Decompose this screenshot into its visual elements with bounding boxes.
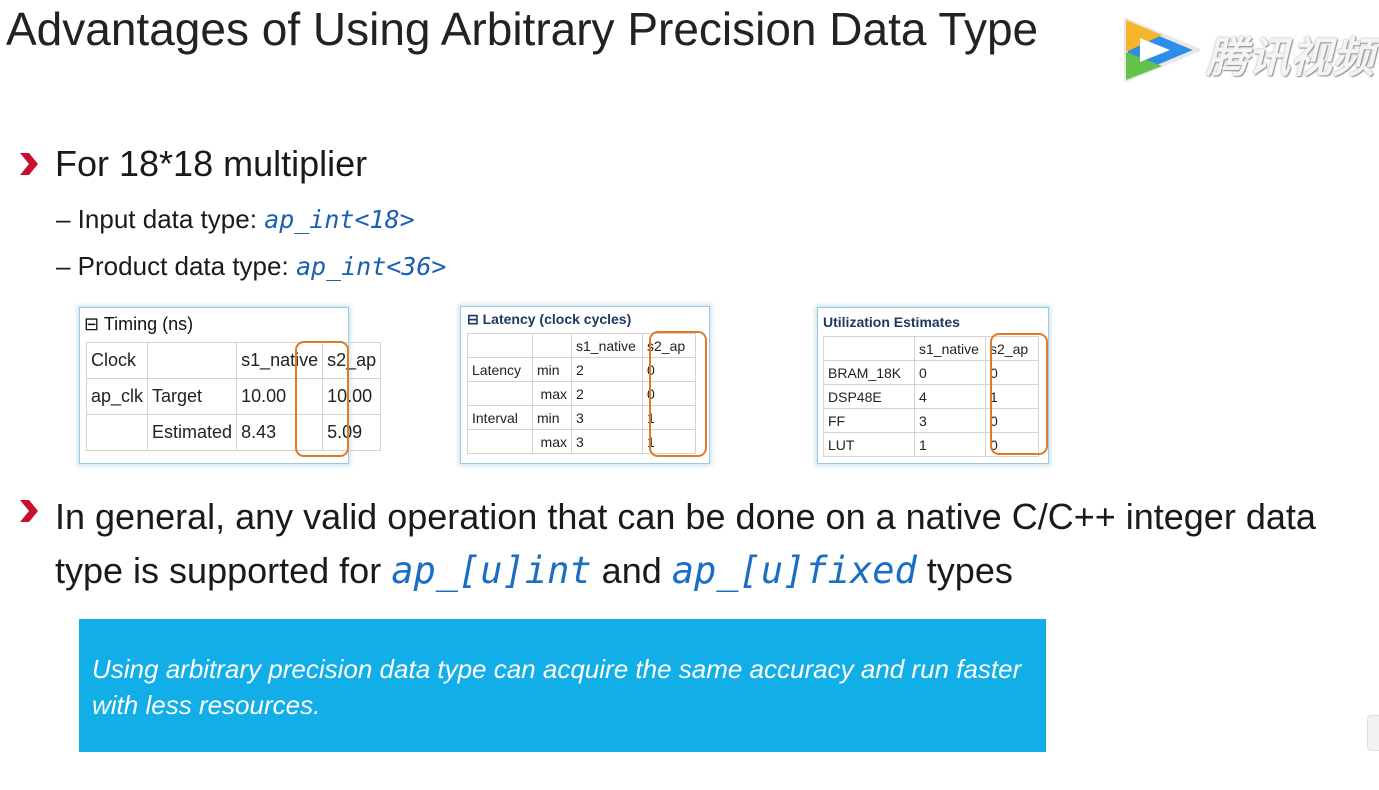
slide-title: Advantages of Using Arbitrary Precision …	[6, 3, 1039, 55]
table-cell: 2	[571, 381, 643, 406]
table-cell: Interval	[467, 405, 533, 430]
table-cell: FF	[823, 408, 915, 433]
bullet-general: In general, any valid operation that can…	[20, 490, 1370, 598]
table-cell: 4	[914, 384, 986, 409]
panel-title: Utilization Estimates	[823, 314, 960, 330]
table-cell	[467, 333, 533, 358]
table-cell: BRAM_18K	[823, 360, 915, 385]
panel-title: ⊟ Latency (clock cycles)	[467, 311, 632, 327]
table-cell	[467, 381, 533, 406]
table-cell: 3	[571, 405, 643, 430]
table-cell: max	[532, 429, 572, 454]
table-cell: DSP48E	[823, 384, 915, 409]
sub-bullet-input: – Input data type: ap_int<18>	[56, 204, 415, 235]
table-cell: 2	[571, 357, 643, 382]
table-cell: max	[532, 381, 572, 406]
code-type: ap_int<36>	[295, 252, 447, 281]
table-cell: s1_native	[571, 333, 643, 358]
table-cell: 1	[914, 432, 986, 457]
bullet-text: For 18*18 multiplier	[55, 143, 368, 184]
table-cell: Latency	[467, 357, 533, 382]
table-cell: s1_native	[914, 336, 986, 361]
table-cell: Estimated	[147, 414, 238, 451]
table-cell: min	[532, 405, 572, 430]
collapse-icon[interactable]: ⊟	[467, 311, 479, 327]
table-cell: 0	[914, 360, 986, 385]
callout-text: Using arbitrary precision data type can …	[92, 654, 1022, 720]
highlight-box	[649, 331, 707, 457]
sub-bullet-product: – Product data type: ap_int<36>	[56, 251, 446, 282]
panel-title: ⊟ Timing (ns)	[84, 314, 194, 334]
table-cell	[532, 333, 572, 358]
code-type: ap_[u]int	[391, 549, 592, 592]
collapse-icon[interactable]: ⊟	[84, 314, 99, 334]
code-type: ap_[u]fixed	[671, 549, 917, 592]
code-type: ap_int<18>	[264, 205, 415, 234]
highlight-box	[990, 333, 1048, 455]
watermark-text: 腾讯视频	[1206, 34, 1375, 81]
latency-panel: ⊟ Latency (clock cycles) s1_native s2_ap…	[460, 306, 710, 464]
table-cell: LUT	[823, 432, 915, 457]
table-cell: 3	[914, 408, 986, 433]
bullet-arrow-icon	[20, 500, 38, 522]
table-cell: min	[532, 357, 572, 382]
table-cell: Clock	[85, 342, 149, 379]
table-cell	[85, 414, 149, 451]
timing-panel: ⊟ Timing (ns) Clock s1_native s2_ap ap_c…	[79, 307, 382, 464]
bullet-arrow-icon	[20, 153, 38, 175]
sub-label: – Product data type:	[56, 251, 296, 281]
table-cell: 3	[571, 429, 643, 454]
bullet-text: In general, any valid operation that can…	[55, 496, 1316, 592]
summary-callout: Using arbitrary precision data type can …	[79, 619, 1046, 752]
bullet-multiplier: For 18*18 multiplier	[20, 143, 367, 185]
side-scroll-handle[interactable]	[1367, 715, 1379, 751]
table-cell: ap_clk	[85, 378, 149, 415]
highlight-box	[295, 341, 349, 457]
table-cell	[823, 336, 915, 361]
table-cell: Target	[147, 378, 238, 415]
utilization-panel: Utilization Estimates s1_native s2_ap BR…	[817, 307, 1049, 464]
play-logo-icon	[1124, 18, 1200, 82]
table-cell	[147, 342, 238, 379]
sub-label: – Input data type:	[56, 204, 265, 234]
video-watermark: 腾讯视频	[1118, 14, 1378, 86]
table-cell	[467, 429, 533, 454]
